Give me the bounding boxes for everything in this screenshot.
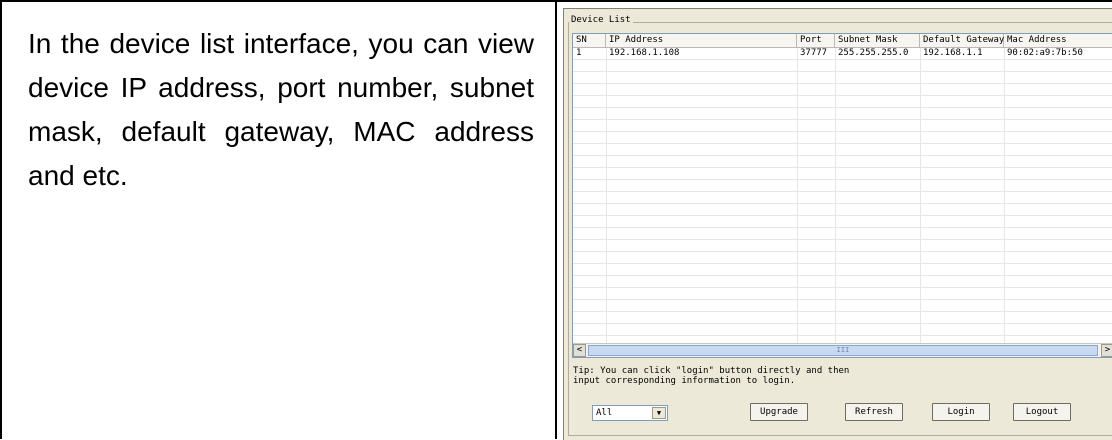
grid-line — [573, 203, 1112, 204]
grid-line — [573, 299, 1112, 300]
scroll-thumb[interactable]: III — [588, 345, 1098, 356]
cell-port: 37777 — [800, 48, 828, 58]
grid-line — [573, 143, 1112, 144]
upgrade-button[interactable]: Upgrade — [750, 403, 808, 421]
grid-column-line — [835, 48, 836, 344]
grid-line — [573, 239, 1112, 240]
device-list-title: Device List — [569, 15, 633, 25]
chevron-down-icon[interactable]: ▼ — [652, 407, 666, 419]
device-list-screenshot: Device List SN IP Address Port Subnet Ma… — [563, 8, 1112, 440]
grid-line — [573, 95, 1112, 96]
column-header-gateway[interactable]: Default Gateway — [920, 34, 1004, 47]
grid-line — [573, 71, 1112, 72]
grid-column-line — [920, 48, 921, 344]
grid-line — [573, 179, 1112, 180]
cell-gateway: 192.168.1.1 — [923, 48, 983, 58]
table-column-divider — [555, 0, 557, 439]
column-header-port[interactable]: Port — [797, 34, 835, 47]
grid-line — [573, 83, 1112, 84]
grid-line — [573, 335, 1112, 336]
grid-line — [573, 227, 1112, 228]
table-row[interactable]: 1 192.168.1.108 37777 255.255.255.0 192.… — [573, 48, 1112, 59]
grid-line — [573, 167, 1112, 168]
cell-sn: 1 — [576, 48, 582, 58]
table-header: SN IP Address Port Subnet Mask Default G… — [573, 34, 1112, 48]
grid-line — [573, 59, 1112, 60]
column-header-subnet-mask[interactable]: Subnet Mask — [835, 34, 920, 47]
table-border-left — [0, 0, 2, 439]
grid-line — [573, 215, 1112, 216]
grid-line — [573, 311, 1112, 312]
grid-line — [573, 263, 1112, 264]
cell-subnet-mask: 255.255.255.0 — [838, 48, 909, 58]
grid-line — [573, 155, 1112, 156]
scroll-right-button[interactable]: > — [1101, 344, 1112, 357]
grid-column-line — [606, 48, 607, 344]
column-header-ip[interactable]: IP Address — [606, 34, 797, 47]
logout-button[interactable]: Logout — [1013, 403, 1071, 421]
refresh-button[interactable]: Refresh — [845, 403, 903, 421]
grid-column-line — [1004, 48, 1005, 344]
grid-line — [573, 119, 1112, 120]
horizontal-scrollbar[interactable]: < III > — [573, 343, 1112, 357]
grid-line — [573, 131, 1112, 132]
grid-line — [573, 275, 1112, 276]
cell-mac: 90:02:a9:7b:50 — [1007, 48, 1083, 58]
scroll-left-button[interactable]: < — [573, 344, 586, 357]
description-paragraph: In the device list interface, you can vi… — [28, 28, 534, 191]
login-button[interactable]: Login — [932, 403, 990, 421]
device-table[interactable]: SN IP Address Port Subnet Mask Default G… — [572, 33, 1112, 358]
filter-select[interactable]: All ▼ — [592, 405, 668, 421]
column-header-mac[interactable]: Mac Address — [1004, 34, 1112, 47]
grid-line — [573, 287, 1112, 288]
grid-line — [573, 323, 1112, 324]
grid-line — [573, 251, 1112, 252]
grid-line — [573, 191, 1112, 192]
grid-line — [573, 107, 1112, 108]
filter-select-value: All — [596, 408, 613, 418]
column-header-sn[interactable]: SN — [573, 34, 606, 47]
cell-ip: 192.168.1.108 — [609, 48, 680, 58]
grid-column-line — [797, 48, 798, 344]
tip-text: Tip: You can click "login" button direct… — [573, 366, 850, 386]
